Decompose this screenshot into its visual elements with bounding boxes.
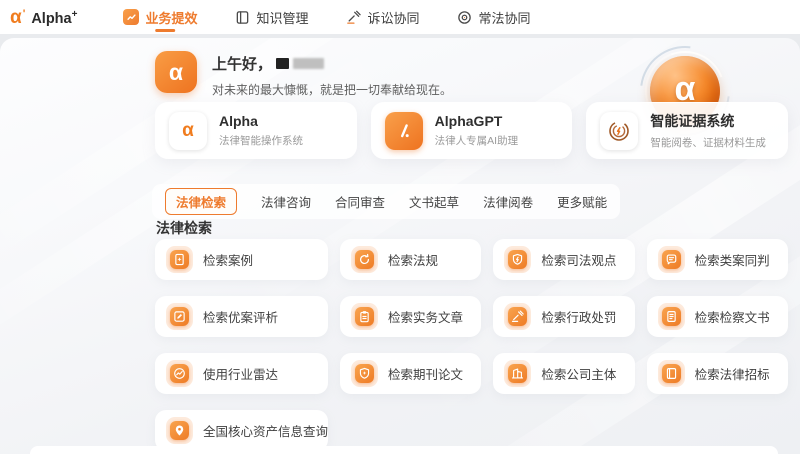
redacted-username-blur [293, 58, 324, 69]
brand-alpha-icon: α [10, 8, 22, 27]
tab-legal-reading[interactable]: 法律阅卷 [483, 192, 533, 211]
feature-label: 检索法规 [388, 250, 438, 269]
top-navbar: α' Alpha+ 业务提效 知识管理 诉讼协同 常法协同 [0, 0, 800, 34]
feature-label: 检索司法观点 [541, 250, 616, 269]
brand-plus: + [72, 9, 78, 20]
target-icon [457, 10, 472, 25]
nav-label: 常法协同 [478, 8, 530, 27]
feature-national-core-asset-query[interactable]: 全国核心资产信息查询 [155, 410, 328, 451]
tab-more-abilities[interactable]: 更多赋能 [557, 192, 607, 211]
feature-search-admin-penalties[interactable]: 检索行政处罚 [493, 296, 634, 337]
nav-items: 业务提效 知识管理 诉讼协同 常法协同 [123, 0, 530, 34]
feature-label: 检索优案评析 [203, 307, 278, 326]
feature-label: 检索法律招标 [695, 364, 770, 383]
alpha-logo-icon: α [169, 112, 207, 150]
tab-legal-search[interactable]: 法律检索 [165, 188, 237, 215]
product-subtitle: 法律智能操作系统 [219, 133, 303, 148]
feature-search-journal-papers[interactable]: 检索期刊论文 [340, 353, 481, 394]
feature-search-practice-articles[interactable]: 检索实务文章 [340, 296, 481, 337]
feature-label: 使用行业雷达 [203, 364, 278, 383]
feature-search-legal-tenders[interactable]: 检索法律招标 [647, 353, 788, 394]
feature-label: 检索行政处罚 [541, 307, 616, 326]
feature-label: 检索案例 [203, 250, 253, 269]
chart-line-icon [123, 9, 139, 25]
nav-label: 诉讼协同 [367, 8, 419, 27]
brand-logo[interactable]: α' Alpha+ [10, 8, 77, 27]
greeting-motto: 对未来的最大慷慨，就是把一切奉献给现在。 [212, 81, 452, 98]
main-panel: α α 上午好， 对未来的最大慷慨，就是把一切奉献给现在。 α Alpha 法律… [0, 38, 800, 454]
product-subtitle: 法律人专属AI助理 [435, 133, 518, 148]
tab-document-drafting[interactable]: 文书起草 [409, 192, 459, 211]
tab-contract-review[interactable]: 合同审查 [335, 192, 385, 211]
product-title: 智能证据系统 [650, 111, 766, 131]
brand-name: Alpha [31, 11, 71, 27]
alphagpt-logo-icon [385, 112, 423, 150]
tab-legal-consult[interactable]: 法律咨询 [261, 192, 311, 211]
gavel-icon [508, 307, 527, 326]
feature-search-procuratorate-documents[interactable]: 检索检察文书 [647, 296, 788, 337]
feature-label: 全国核心资产信息查询 [203, 421, 328, 440]
evidence-swirl-icon [600, 112, 638, 150]
product-card-evidence-system[interactable]: 智能证据系统 智能阅卷、证据材料生成 [586, 102, 788, 159]
bottom-panel-edge [30, 446, 778, 454]
document-star-icon [170, 250, 189, 269]
nav-label: 知识管理 [256, 8, 308, 27]
feature-label: 检索公司主体 [541, 364, 616, 383]
refresh-circle-icon [355, 250, 374, 269]
product-cards: α Alpha 法律智能操作系统 AlphaGPT 法律人专属AI助理 智能证 [155, 102, 788, 159]
book-icon [235, 10, 250, 25]
greeting-block: α 上午好， 对未来的最大慷慨，就是把一切奉献给现在。 [155, 51, 452, 98]
radar-trend-icon [170, 364, 189, 383]
product-card-alphagpt[interactable]: AlphaGPT 法律人专属AI助理 [371, 102, 573, 159]
active-nav-underline [156, 29, 176, 32]
gavel-icon [346, 10, 361, 25]
pen-square-icon [170, 307, 189, 326]
brand-alpha-tick: ' [23, 8, 26, 20]
nav-item-litigation-collaboration[interactable]: 诉讼协同 [346, 0, 419, 34]
shield-bolt-icon [508, 250, 527, 269]
nav-item-business-efficiency[interactable]: 业务提效 [123, 0, 197, 34]
shield-star-icon [355, 364, 374, 383]
location-pin-icon [170, 421, 189, 440]
feature-industry-radar[interactable]: 使用行业雷达 [155, 353, 328, 394]
feature-label: 检索类案同判 [695, 250, 770, 269]
product-title: Alpha [219, 113, 303, 129]
product-subtitle: 智能阅卷、证据材料生成 [650, 135, 766, 150]
feature-search-cases[interactable]: 检索案例 [155, 239, 328, 280]
category-tabs: 法律检索 法律咨询 合同审查 文书起草 法律阅卷 更多赋能 [152, 184, 620, 219]
book-icon [662, 364, 681, 383]
product-title: AlphaGPT [435, 113, 518, 129]
feature-search-case-analysis[interactable]: 检索优案评析 [155, 296, 328, 337]
clipboard-icon [355, 307, 374, 326]
feature-search-judicial-viewpoints[interactable]: 检索司法观点 [493, 239, 634, 280]
buildings-icon [508, 364, 527, 383]
redacted-username [276, 58, 289, 69]
feature-search-similar-judgments[interactable]: 检索类案同判 [647, 239, 788, 280]
feature-search-company-entities[interactable]: 检索公司主体 [493, 353, 634, 394]
nav-label: 业务提效 [145, 8, 197, 27]
feature-label: 检索期刊论文 [388, 364, 463, 383]
nav-item-general-counsel[interactable]: 常法协同 [457, 0, 530, 34]
feature-search-regulations[interactable]: 检索法规 [340, 239, 481, 280]
document-lines-icon [662, 307, 681, 326]
nav-item-knowledge-management[interactable]: 知识管理 [235, 0, 308, 34]
feature-label: 检索检察文书 [695, 307, 770, 326]
section-title: 法律检索 [156, 218, 212, 238]
greeting-text: 上午好， [212, 53, 272, 74]
chat-lines-icon [662, 250, 681, 269]
product-card-alpha[interactable]: α Alpha 法律智能操作系统 [155, 102, 357, 159]
user-avatar: α [155, 51, 197, 93]
feature-label: 检索实务文章 [388, 307, 463, 326]
feature-grid: 检索案例 检索法规 检索司法观点 检索类案同判 检索优案评析 [155, 239, 788, 451]
